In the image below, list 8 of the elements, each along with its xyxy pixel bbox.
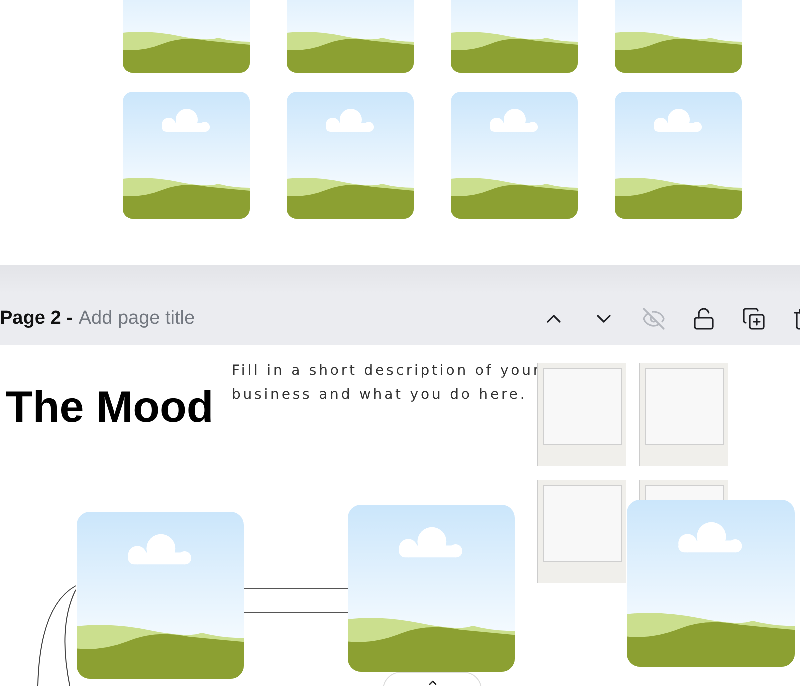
mood-heading: The Mood	[6, 383, 214, 433]
description-text: Fill in a short description of your business and what you do here.	[232, 362, 543, 405]
page-title-field[interactable]: Add page title	[78, 308, 259, 330]
duplicate-button[interactable]	[740, 305, 768, 333]
duplicate-icon	[742, 307, 766, 331]
unlock-icon	[692, 307, 716, 331]
page-label: Page 2 -	[0, 308, 73, 330]
eye-off-icon	[642, 307, 666, 331]
